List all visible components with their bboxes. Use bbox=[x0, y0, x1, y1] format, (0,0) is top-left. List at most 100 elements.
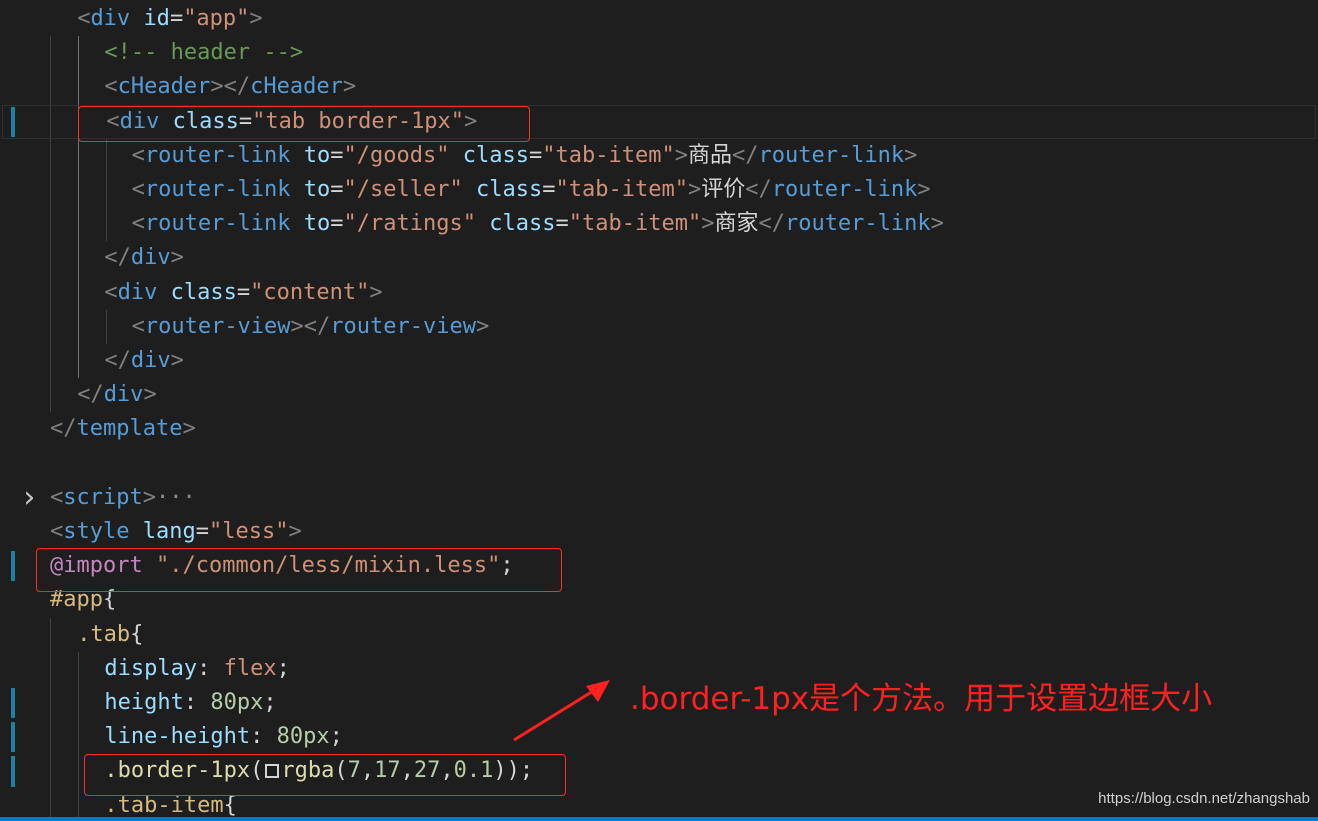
gutter-marker bbox=[0, 36, 14, 70]
code-text: <router-link to="/goods" class="tab-item… bbox=[132, 139, 918, 173]
code-line[interactable]: <router-view></router-view> bbox=[0, 310, 1318, 344]
code-line[interactable]: <div id="app"> bbox=[0, 2, 1318, 36]
code-token: 商品 bbox=[687, 142, 732, 168]
code-line[interactable]: @import "./common/less/mixin.less"; bbox=[0, 549, 1318, 583]
code-token: { bbox=[130, 621, 144, 647]
code-line[interactable]: <router-link to="/seller" class="tab-ite… bbox=[0, 173, 1318, 207]
code-token: > bbox=[170, 245, 184, 271]
code-token: < bbox=[104, 74, 118, 100]
code-token: "tab-item" bbox=[568, 211, 702, 237]
code-token: { bbox=[102, 587, 117, 613]
code-token: > bbox=[917, 177, 931, 202]
git-modified-indicator bbox=[11, 756, 15, 787]
code-token: cHeader bbox=[250, 74, 343, 100]
code-token: router-link bbox=[144, 177, 291, 202]
code-token: </ bbox=[104, 245, 131, 271]
code-line[interactable]: <div class="content"> bbox=[0, 276, 1318, 310]
code-token: line-height bbox=[104, 724, 251, 750]
gutter-marker bbox=[0, 139, 14, 173]
code-token: 17 bbox=[374, 758, 401, 784]
code-token: = bbox=[330, 142, 344, 168]
code-line[interactable]: .tab{ bbox=[0, 618, 1318, 652]
code-token: < bbox=[77, 6, 91, 31]
code-token: div bbox=[119, 108, 160, 134]
code-token: ( bbox=[250, 758, 264, 784]
code-token: #app bbox=[50, 587, 103, 613]
code-token: < bbox=[50, 484, 64, 510]
code-token: </ bbox=[758, 211, 785, 237]
code-token: = bbox=[169, 6, 184, 31]
code-line[interactable]: .border-1px(rgba(7,17,27,0.1)); bbox=[0, 754, 1318, 788]
fold-chevron-right-icon[interactable]: › bbox=[20, 480, 38, 515]
gutter-marker bbox=[0, 173, 14, 207]
code-token: class bbox=[172, 108, 239, 134]
code-line[interactable]: <style lang="less"> bbox=[0, 515, 1318, 549]
code-token: 7 bbox=[347, 758, 361, 784]
code-token: = bbox=[238, 108, 253, 134]
code-token: ; bbox=[263, 690, 277, 715]
code-token: div bbox=[90, 6, 131, 31]
code-line[interactable]: <cHeader></cHeader> bbox=[0, 70, 1318, 104]
code-token: class bbox=[170, 279, 237, 305]
code-token: ></ bbox=[290, 313, 331, 339]
code-text: @import "./common/less/mixin.less"; bbox=[50, 549, 514, 583]
code-line[interactable]: #app{ bbox=[0, 583, 1318, 617]
code-token: > bbox=[674, 142, 688, 168]
code-text: </div> bbox=[104, 241, 184, 275]
code-text: #app{ bbox=[50, 583, 116, 617]
gutter-marker bbox=[0, 583, 14, 617]
code-line[interactable] bbox=[0, 447, 1318, 481]
code-line[interactable]: <router-link to="/ratings" class="tab-it… bbox=[0, 207, 1318, 241]
code-token: <!-- header --> bbox=[104, 40, 304, 66]
git-modified-indicator bbox=[11, 688, 15, 719]
code-token: script bbox=[63, 484, 143, 510]
watermark: https://blog.csdn.net/zhangshab bbox=[1098, 790, 1310, 807]
code-line[interactable]: </div> bbox=[0, 344, 1318, 378]
code-text: <cHeader></cHeader> bbox=[104, 70, 356, 104]
gutter-marker bbox=[0, 378, 14, 412]
code-token: = bbox=[330, 177, 344, 202]
code-token: )); bbox=[493, 758, 534, 784]
gutter-marker bbox=[0, 515, 14, 549]
code-line[interactable]: </div> bbox=[0, 241, 1318, 275]
code-text: <!-- header --> bbox=[104, 36, 303, 70]
code-token: </ bbox=[104, 348, 131, 373]
code-line[interactable]: <script>··· bbox=[0, 481, 1318, 515]
code-line[interactable]: <div class="tab border-1px"> bbox=[2, 105, 1316, 139]
code-token: rgba bbox=[281, 758, 335, 784]
code-token: style bbox=[63, 519, 130, 544]
code-text: </template> bbox=[50, 412, 196, 446]
code-token: id bbox=[143, 6, 170, 31]
code-token: = bbox=[555, 211, 569, 237]
code-token: , bbox=[360, 758, 375, 784]
code-token: to bbox=[303, 211, 331, 237]
code-line[interactable]: <router-link to="/goods" class="tab-item… bbox=[0, 139, 1318, 173]
code-token: > bbox=[182, 416, 196, 442]
code-line[interactable]: </template> bbox=[0, 412, 1318, 446]
code-token: router-view bbox=[144, 313, 291, 339]
gutter-marker bbox=[0, 447, 14, 481]
code-line[interactable]: line-height: 80px; bbox=[0, 720, 1318, 754]
code-token: > bbox=[701, 211, 715, 237]
code-token: 商家 bbox=[714, 211, 759, 237]
code-token: .tab bbox=[77, 621, 131, 647]
code-line[interactable]: <!-- header --> bbox=[0, 36, 1318, 70]
code-text: .tab-item{ bbox=[104, 789, 236, 817]
code-token: "tab border-1px" bbox=[252, 108, 465, 134]
code-text: .tab{ bbox=[77, 618, 143, 652]
gutter-marker bbox=[0, 2, 14, 36]
code-token: "/ratings" bbox=[343, 211, 476, 237]
code-line[interactable]: </div> bbox=[0, 378, 1318, 412]
gutter-marker bbox=[0, 652, 14, 686]
code-token: ; bbox=[276, 655, 290, 681]
code-token: > bbox=[930, 211, 944, 237]
code-token: > bbox=[464, 108, 478, 134]
color-swatch-icon[interactable] bbox=[265, 764, 280, 779]
gutter-marker bbox=[0, 241, 14, 275]
code-token: > bbox=[904, 142, 918, 168]
code-token: router-link bbox=[144, 211, 291, 237]
